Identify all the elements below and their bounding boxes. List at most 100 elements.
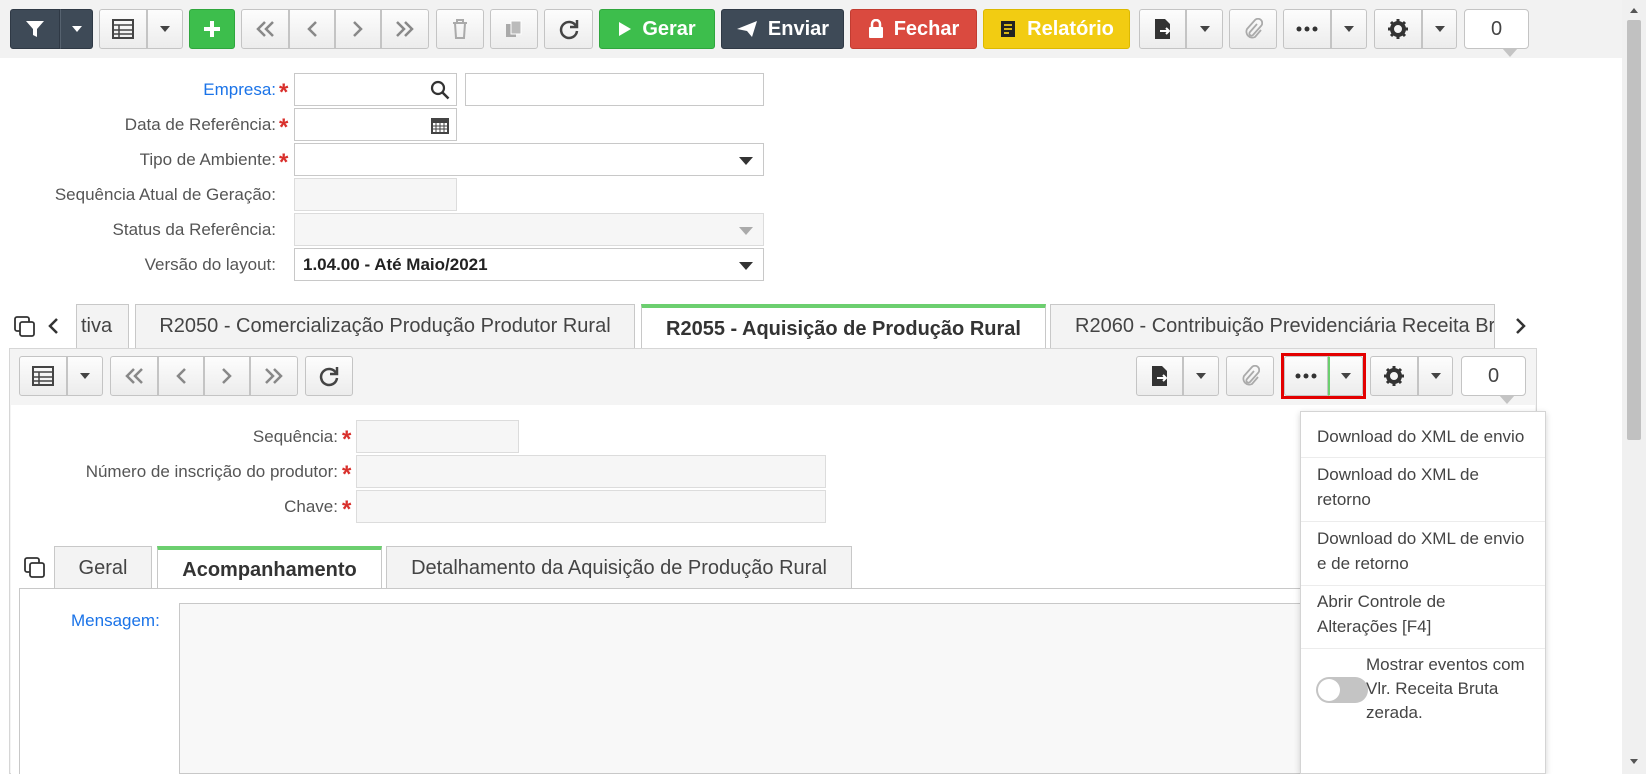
tab-r2060[interactable]: R2060 - Contribuição Previdenciária Rece… (1050, 304, 1495, 348)
sub-grid-view-button[interactable] (19, 356, 67, 396)
gear-icon (1388, 19, 1408, 39)
refresh-button[interactable] (544, 9, 593, 49)
copy-tabs-icon[interactable] (14, 316, 36, 338)
scroll-down-icon[interactable] (1629, 758, 1639, 766)
chevron-down-icon (1430, 373, 1441, 379)
chevron-right-icon (222, 368, 232, 384)
enviar-button[interactable]: Enviar (721, 9, 844, 49)
tab-geral[interactable]: Geral (54, 546, 152, 590)
menu-item-download-xml-envio[interactable]: Download do XML de envio (1301, 424, 1545, 458)
tipo-ambiente-select[interactable] (294, 143, 764, 176)
sequencia-atual-input (294, 178, 457, 211)
empresa-name-input[interactable] (465, 73, 764, 106)
delete-button[interactable] (436, 9, 484, 49)
chave-input[interactable] (356, 490, 826, 523)
report-icon (1001, 21, 1016, 37)
next-record-button[interactable] (335, 9, 381, 49)
tabs-scroll-right-icon[interactable] (1514, 316, 1528, 336)
sub-grid-view-dropdown-button[interactable] (67, 356, 103, 396)
attach-button[interactable] (1229, 9, 1277, 49)
copy-icon (506, 20, 522, 37)
chevron-down-icon (71, 26, 82, 32)
more-options-dropdown-button[interactable] (1331, 9, 1367, 49)
tabs-scroll-left-icon[interactable] (46, 316, 60, 336)
mensagem-textarea[interactable] (179, 603, 1309, 774)
menu-item-download-xml-retorno[interactable]: Download do XML de retorno (1301, 462, 1545, 522)
numero-inscricao-label: Número de inscrição do produtor: (85, 462, 338, 481)
chevron-down-icon (160, 26, 170, 32)
previous-record-button[interactable] (289, 9, 335, 49)
notification-counter[interactable]: 0 (1464, 9, 1529, 57)
filter-dropdown-button[interactable] (60, 9, 93, 49)
receita-bruta-toggle[interactable] (1316, 677, 1368, 703)
toggle-label: Mostrar eventos com Vlr. Receita Bruta z… (1366, 655, 1525, 722)
sub-export-button[interactable] (1136, 356, 1183, 396)
sub-attach-button[interactable] (1226, 356, 1274, 396)
copy-tabs-icon[interactable] (24, 557, 46, 579)
status-referencia-label: Status da Referência: (112, 220, 276, 239)
grid-view-dropdown-button[interactable] (147, 9, 183, 49)
export-dropdown-button[interactable] (1186, 9, 1223, 49)
filter-button[interactable] (10, 9, 60, 49)
tab-previous-partial[interactable]: tiva (76, 304, 129, 348)
fechar-label: Fechar (893, 17, 960, 40)
tab-r2050[interactable]: R2050 - Comercialização Produção Produto… (135, 304, 635, 348)
menu-item-abrir-controle-alteracoes[interactable]: Abrir Controle de Alterações [F4] (1301, 589, 1545, 649)
settings-dropdown-button[interactable] (1422, 9, 1457, 49)
sub-export-dropdown-button[interactable] (1183, 356, 1219, 396)
fechar-button[interactable]: Fechar (850, 9, 977, 49)
sub-previous-record-button[interactable] (158, 356, 204, 396)
filter-icon (26, 21, 44, 37)
sub-more-options-button[interactable] (1284, 356, 1328, 396)
tab-acompanhamento[interactable]: Acompanhamento (157, 546, 382, 590)
toggle-knob (1318, 679, 1340, 701)
export-button[interactable] (1139, 9, 1186, 49)
refresh-icon (559, 20, 578, 40)
sub-settings-button[interactable] (1370, 356, 1418, 396)
tab-r2055[interactable]: R2055 - Aquisição de Produção Rural (641, 304, 1046, 350)
sub-refresh-button[interactable] (305, 356, 353, 396)
versao-layout-select[interactable]: 1.04.00 - Até Maio/2021 (294, 248, 764, 281)
gear-icon (1384, 366, 1404, 386)
calendar-icon[interactable] (430, 115, 450, 135)
sub-first-record-button[interactable] (110, 356, 158, 396)
numero-inscricao-input[interactable] (356, 455, 826, 488)
menu-item-download-xml-envio-retorno[interactable]: Download do XML de envio e de retorno (1301, 526, 1545, 586)
sub-next-record-button[interactable] (204, 356, 250, 396)
sub-notification-counter[interactable]: 0 (1461, 356, 1526, 404)
lock-icon (868, 19, 883, 38)
more-options-menu: Download do XML de envio Download do XML… (1300, 411, 1546, 774)
plus-icon (204, 21, 220, 37)
double-chevron-right-icon (265, 368, 283, 384)
first-record-button[interactable] (241, 9, 289, 49)
tipo-ambiente-label: Tipo de Ambiente: (139, 150, 276, 169)
add-button[interactable] (189, 9, 235, 49)
grid-view-button[interactable] (99, 9, 147, 49)
sub-settings-dropdown-button[interactable] (1418, 356, 1453, 396)
scroll-up-icon[interactable] (1629, 6, 1639, 14)
sequencia-input[interactable] (356, 420, 519, 453)
chevron-down-icon (739, 227, 753, 235)
mensagem-label: Mensagem: (71, 611, 160, 630)
copy-button[interactable] (490, 9, 538, 49)
gerar-button[interactable]: Gerar (599, 9, 715, 49)
sub-more-options-dropdown-button[interactable] (1328, 356, 1363, 396)
settings-button[interactable] (1374, 9, 1422, 49)
relatorio-button[interactable]: Relatório (983, 9, 1130, 49)
sub-last-record-button[interactable] (250, 356, 298, 396)
required-marker: * (279, 114, 289, 141)
scrollbar-thumb[interactable] (1627, 20, 1641, 440)
menu-item-toggle-receita-bruta[interactable]: Mostrar eventos com Vlr. Receita Bruta z… (1301, 653, 1545, 723)
chevron-down-icon (1196, 373, 1206, 379)
empresa-input[interactable] (294, 73, 457, 106)
table-icon (112, 19, 134, 39)
more-options-button[interactable] (1283, 9, 1331, 49)
search-icon[interactable] (430, 80, 450, 100)
ellipsis-icon (1296, 26, 1318, 32)
data-referencia-input[interactable] (294, 108, 457, 141)
paperclip-icon (1242, 365, 1260, 386)
chevron-down-icon (1434, 26, 1445, 32)
last-record-button[interactable] (381, 9, 429, 49)
tab-detalhamento[interactable]: Detalhamento da Aquisição de Produção Ru… (386, 546, 852, 590)
page-scrollbar[interactable] (1622, 0, 1646, 774)
